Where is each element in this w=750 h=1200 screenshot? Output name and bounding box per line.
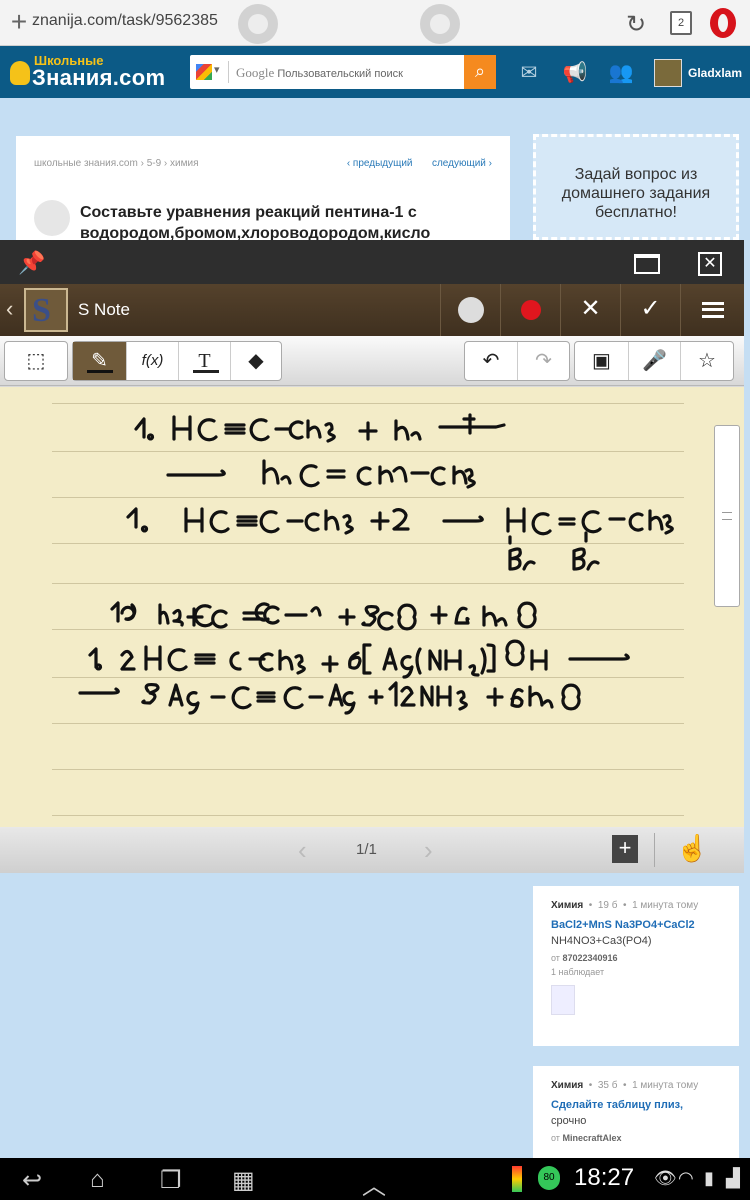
avatar[interactable] bbox=[654, 59, 682, 87]
wifi-icon: ◠ bbox=[678, 1168, 694, 1188]
note-canvas[interactable] bbox=[0, 387, 744, 827]
eraser-tool-icon[interactable]: ◆ bbox=[231, 342, 281, 380]
snote-window: 📌 ✕ ‹ S S Note ✕ ✓ ⬚ ✎ f(x) T ◆ ↶ ↷ ▣ 🎤 … bbox=[0, 240, 744, 873]
signal-icon bbox=[512, 1166, 522, 1192]
text-tool-icon[interactable]: T bbox=[179, 342, 231, 380]
pen-tool-group: ✎ f(x) T ◆ bbox=[72, 341, 282, 381]
tabs-button[interactable]: 2 bbox=[670, 11, 692, 35]
undo-icon[interactable]: ↶ bbox=[465, 342, 518, 380]
snote-app-icon[interactable]: S bbox=[24, 288, 68, 332]
list-item[interactable]: Химия • 19 б • 1 минута тому BaCl2+MnS N… bbox=[533, 886, 739, 1046]
recent-apps-icon[interactable]: ❐ bbox=[160, 1166, 182, 1195]
megaphone-icon[interactable]: 📢 bbox=[562, 62, 588, 84]
menu-icon[interactable] bbox=[680, 284, 744, 336]
search-button[interactable]: ⌕ bbox=[464, 55, 496, 89]
add-page-button[interactable]: + bbox=[612, 835, 638, 863]
search-input[interactable]: Google Пользовательский поиск bbox=[236, 65, 403, 81]
avatar bbox=[34, 200, 70, 236]
speed-dial-icon[interactable] bbox=[238, 4, 278, 44]
app-name: S Note bbox=[78, 300, 130, 319]
new-tab-icon[interactable]: + bbox=[6, 8, 32, 36]
opera-menu-icon[interactable] bbox=[710, 8, 736, 38]
vertical-scrollbar[interactable] bbox=[714, 425, 740, 607]
star-icon[interactable]: ☆ bbox=[681, 342, 733, 380]
google-icon bbox=[196, 64, 212, 80]
question-link[interactable]: BaCl2+MnS Na3PO4+CaCl2 bbox=[551, 919, 721, 931]
handwritten-equations bbox=[78, 413, 674, 715]
lightbulb-icon bbox=[10, 61, 30, 85]
next-link[interactable]: следующий › bbox=[432, 158, 492, 169]
page-footer: ‹ 1/1 › + ☝ bbox=[0, 827, 744, 873]
tool-bar: ⬚ ✎ f(x) T ◆ ↶ ↷ ▣ 🎤 ☆ bbox=[0, 336, 744, 386]
list-item[interactable]: Химия • 35 б • 1 минута тому Сделайте та… bbox=[533, 1066, 739, 1158]
insert-group: ▣ 🎤 ☆ bbox=[574, 341, 734, 381]
select-tool-group: ⬚ bbox=[4, 341, 68, 381]
chevron-down-icon[interactable]: ▾ bbox=[214, 63, 220, 76]
system-navbar: ↩ ⌂ ❐ ▦ ︿ 80 18:27 👁 ◠ ▮ ▟ bbox=[0, 1158, 750, 1200]
reload-icon[interactable]: ↻ bbox=[626, 10, 646, 39]
clock: 18:27 bbox=[574, 1164, 635, 1191]
mail-icon[interactable]: ✉ bbox=[516, 62, 542, 84]
browser-toolbar: + znanija.com/task/9562385 ↻ 2 bbox=[0, 0, 750, 46]
account-icon[interactable] bbox=[420, 4, 460, 44]
question-card: школьные знания.com › 5-9 › химия ‹ пред… bbox=[16, 136, 510, 242]
pen-tool-icon[interactable]: ✎ bbox=[73, 342, 127, 380]
window-titlebar: 📌 ✕ bbox=[0, 240, 744, 284]
discard-button[interactable]: ✕ bbox=[560, 284, 620, 336]
page-title: Составьте уравнения реакций пентина-1 с … bbox=[80, 204, 431, 242]
next-page-icon[interactable]: › bbox=[424, 835, 433, 866]
microphone-icon[interactable]: 🎤 bbox=[629, 342, 681, 380]
avatar[interactable] bbox=[551, 985, 575, 1015]
home-icon[interactable]: ⌂ bbox=[90, 1166, 105, 1194]
ask-question-button[interactable]: Задай вопрос из домашнего задания беспла… bbox=[533, 134, 739, 240]
insert-image-icon[interactable]: ▣ bbox=[575, 342, 629, 380]
site-header: Школьные Знания.com ▾ Google Пользовател… bbox=[0, 46, 750, 98]
battery-icon: 80 bbox=[538, 1166, 560, 1190]
address-bar[interactable]: znanija.com/task/9562385 bbox=[32, 12, 218, 30]
pin-icon[interactable]: 📌 bbox=[18, 250, 45, 275]
battery-level-icon: ▮ bbox=[704, 1168, 714, 1188]
eye-icon: 👁 bbox=[654, 1168, 677, 1188]
friends-icon[interactable]: 👥 bbox=[608, 62, 634, 84]
undo-redo-group: ↶ ↷ bbox=[464, 341, 570, 381]
back-icon[interactable]: ‹ bbox=[6, 296, 13, 322]
chevron-up-icon[interactable]: ︿ bbox=[362, 1166, 386, 1200]
maximize-button[interactable] bbox=[634, 254, 660, 274]
record-button[interactable] bbox=[500, 284, 560, 336]
prev-link[interactable]: ‹ предыдущий bbox=[347, 158, 413, 169]
app-bar: ‹ S S Note ✕ ✓ bbox=[0, 284, 744, 336]
site-search[interactable]: ▾ Google Пользовательский поиск ⌕ bbox=[190, 55, 496, 89]
breadcrumb[interactable]: школьные знания.com › 5-9 › химия bbox=[34, 158, 199, 169]
question-link[interactable]: Сделайте таблицу плиз, bbox=[551, 1099, 721, 1111]
question-nav: ‹ предыдущий следующий › bbox=[347, 158, 492, 169]
prev-page-icon[interactable]: ‹ bbox=[298, 835, 307, 866]
back-icon[interactable]: ↩ bbox=[22, 1166, 42, 1195]
share-icon[interactable] bbox=[440, 284, 500, 336]
redo-icon[interactable]: ↷ bbox=[518, 342, 569, 380]
save-button[interactable]: ✓ bbox=[620, 284, 680, 336]
signal-bars-icon: ▟ bbox=[726, 1168, 740, 1188]
hand-tool-icon[interactable]: ☝ bbox=[676, 833, 708, 864]
apps-grid-icon[interactable]: ▦ bbox=[232, 1166, 255, 1195]
site-logo[interactable]: Школьные Знания.com bbox=[10, 51, 180, 95]
page-indicator: 1/1 bbox=[356, 841, 377, 858]
formula-tool-icon[interactable]: f(x) bbox=[127, 342, 179, 380]
close-button[interactable]: ✕ bbox=[698, 252, 722, 276]
selection-tool-icon[interactable]: ⬚ bbox=[5, 342, 67, 380]
username[interactable]: Gladxlam bbox=[688, 66, 742, 80]
